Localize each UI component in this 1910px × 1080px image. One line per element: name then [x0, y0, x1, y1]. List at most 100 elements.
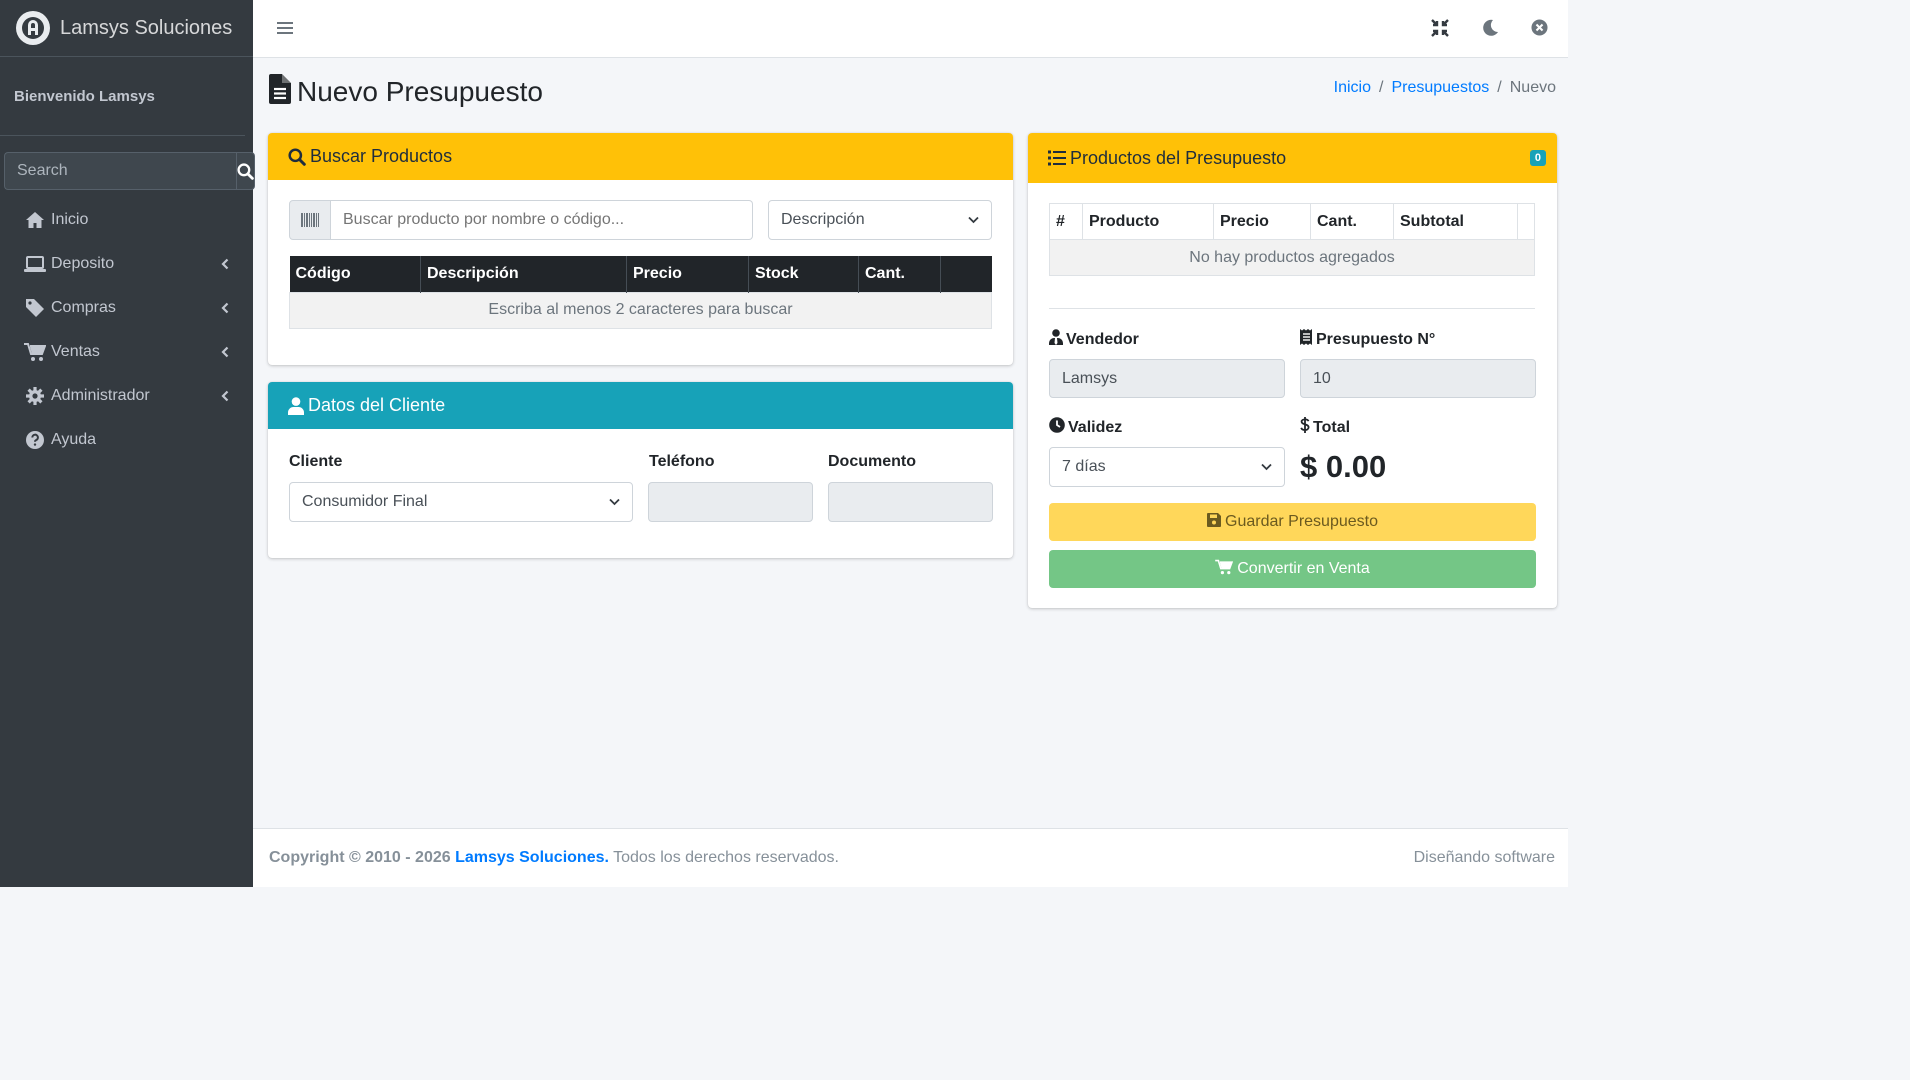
- rights-text: Todos los derechos reservados.: [613, 849, 839, 866]
- page-header: Nuevo Presupuesto: [269, 74, 543, 109]
- column-header: Stock: [748, 256, 859, 292]
- brand-link[interactable]: Lamsys Soluciones: [0, 0, 253, 57]
- save-button[interactable]: Guardar Presupuesto: [1049, 503, 1536, 541]
- search-icon: [288, 147, 306, 166]
- table-header-row: # Producto Precio Cant. Subtotal: [1049, 203, 1535, 240]
- breadcrumb-home[interactable]: Inicio: [1334, 79, 1371, 97]
- breadcrumb: Inicio / Presupuestos / Nuevo: [1334, 79, 1556, 97]
- presupuesto-table: # Producto Precio Cant. Subtotal No hay …: [1049, 203, 1535, 276]
- column-header-empty: [1518, 204, 1535, 240]
- chevron-left-icon: [221, 389, 229, 407]
- top-navbar: [253, 0, 1568, 58]
- numero-label: Presupuesto N°: [1300, 329, 1435, 350]
- table-row: No hay productos agregados: [1049, 239, 1535, 276]
- menu-icon[interactable]: [277, 20, 293, 41]
- button-label: Guardar Presupuesto: [1225, 513, 1378, 530]
- footer-right-text: Diseñando software: [1413, 849, 1555, 866]
- sidebar-search-button[interactable]: [236, 152, 255, 190]
- sidebar-item-inicio[interactable]: Inicio: [0, 198, 253, 242]
- user-tie-icon: [1049, 329, 1063, 350]
- user-icon: [288, 396, 304, 415]
- file-icon: [269, 74, 291, 109]
- search-icon: [237, 162, 254, 180]
- empty-message: Escriba al menos 2 caracteres para busca…: [289, 291, 992, 329]
- sidebar-item-label: Deposito: [51, 255, 115, 272]
- total-label: Total: [1300, 417, 1350, 438]
- sidebar-item-compras[interactable]: Compras: [0, 286, 253, 330]
- breadcrumb-separator: /: [1497, 79, 1502, 96]
- column-header: Precio: [1213, 203, 1311, 240]
- chevron-left-icon: [221, 257, 229, 275]
- close-circle-icon[interactable]: [1531, 19, 1548, 41]
- sidebar-item-ventas[interactable]: Ventas: [0, 330, 253, 374]
- sidebar-item-label: Ayuda: [51, 431, 97, 448]
- label-text: Total: [1313, 418, 1351, 436]
- column-header: Precio: [626, 256, 749, 292]
- numero-field[interactable]: 10: [1300, 359, 1536, 398]
- divider: [1049, 308, 1535, 309]
- column-header: Cant.: [1310, 203, 1394, 240]
- validez-select[interactable]: 7 días: [1049, 447, 1285, 487]
- fullscreen-exit-icon[interactable]: [1431, 19, 1449, 42]
- chevron-left-icon: [221, 301, 229, 319]
- sidebar-item-administrador[interactable]: Administrador: [0, 374, 253, 418]
- column-header: Descripción: [420, 256, 627, 292]
- documento-field[interactable]: [828, 482, 993, 522]
- home-icon: [24, 209, 46, 231]
- sidebar-nav: Inicio Deposito Compras Ventas Administr…: [0, 198, 253, 462]
- sidebar-item-label: Compras: [51, 299, 116, 316]
- total-value: $ 0.00: [1300, 449, 1387, 484]
- cart-icon: [1215, 559, 1234, 580]
- sidebar-item-label: Inicio: [51, 211, 89, 228]
- card-header: Productos del Presupuesto 0: [1028, 133, 1557, 183]
- buscar-productos-card: Buscar Productos Descripción Código Desc…: [268, 133, 1013, 365]
- search-results-table: Código Descripción Precio Stock Cant. Es…: [289, 256, 992, 329]
- table-header-row: Código Descripción Precio Stock Cant.: [289, 256, 992, 292]
- card-title: Productos del Presupuesto: [1070, 147, 1287, 168]
- select-value: Consumidor Final: [302, 493, 428, 510]
- chevron-down-icon: [609, 493, 620, 511]
- column-header: Cant.: [858, 256, 941, 292]
- breadcrumb-separator: /: [1379, 79, 1384, 96]
- search-filter-select[interactable]: Descripción: [768, 200, 992, 240]
- chevron-left-icon: [221, 345, 229, 363]
- label-text: Validez: [1068, 418, 1123, 436]
- label-text: Presupuesto N°: [1316, 330, 1436, 348]
- empty-message: No hay productos agregados: [1049, 239, 1535, 276]
- product-search-group: [289, 200, 753, 240]
- item-count-badge: 0: [1529, 150, 1546, 166]
- sidebar-item-label: Administrador: [51, 387, 150, 404]
- telefono-label: Teléfono: [649, 453, 715, 470]
- button-label: Convertir en Venta: [1237, 560, 1370, 577]
- column-header: #: [1049, 203, 1083, 240]
- sidebar-item-ayuda[interactable]: Ayuda: [0, 418, 253, 462]
- company-link[interactable]: Lamsys Soluciones.: [455, 849, 609, 866]
- validez-label: Validez: [1049, 417, 1122, 438]
- column-header: Producto: [1082, 203, 1214, 240]
- product-search-input[interactable]: [331, 200, 753, 240]
- documento-label: Documento: [828, 453, 916, 470]
- breadcrumb-section[interactable]: Presupuestos: [1391, 79, 1489, 97]
- cliente-select[interactable]: Consumidor Final: [289, 482, 633, 522]
- column-header: Código: [289, 256, 421, 292]
- chevron-down-icon: [1261, 458, 1272, 476]
- select-value: 7 días: [1062, 458, 1106, 475]
- receipt-icon: [1300, 329, 1313, 350]
- copyright-text: Copyright © 2010 - 2026: [269, 849, 451, 866]
- list-icon: [1048, 150, 1066, 166]
- datos-cliente-card: Datos del Cliente Cliente Consumidor Fin…: [268, 382, 1013, 558]
- telefono-field[interactable]: [648, 482, 813, 522]
- moon-icon[interactable]: [1481, 19, 1499, 42]
- card-header: Buscar Productos: [268, 133, 1013, 180]
- welcome-text[interactable]: Bienvenido Lamsys: [14, 88, 155, 105]
- card-title: Datos del Cliente: [308, 395, 446, 415]
- sidebar-item-deposito[interactable]: Deposito: [0, 242, 253, 286]
- label-text: Vendedor: [1066, 330, 1139, 348]
- sidebar-search-input[interactable]: [4, 152, 236, 190]
- table-row: Escriba al menos 2 caracteres para busca…: [289, 291, 992, 329]
- save-icon: [1207, 512, 1221, 532]
- brand-logo-icon: [16, 11, 50, 45]
- vendedor-field[interactable]: Lamsys: [1049, 359, 1285, 398]
- laptop-icon: [24, 253, 46, 275]
- convert-to-sale-button[interactable]: Convertir en Venta: [1049, 550, 1536, 588]
